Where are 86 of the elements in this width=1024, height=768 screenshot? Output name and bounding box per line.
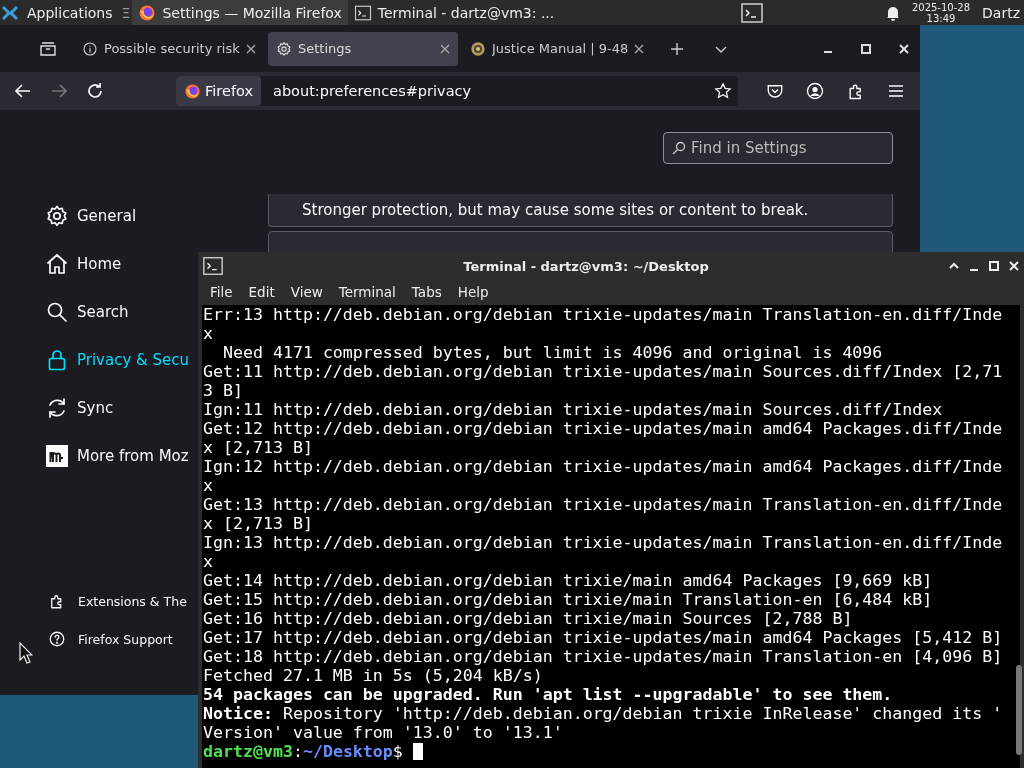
terminal-line: Get:12 http://deb.debian.org/debian trixie-updates/main amd64 Packages.diff/Inde: [203, 419, 1004, 438]
category-item[interactable]: Sync: [0, 384, 114, 432]
terminal-line: x: [203, 324, 214, 343]
window-title: Terminal - dartz@vm3: ~/Desktop: [462, 258, 710, 274]
category-item[interactable]: Search: [0, 288, 129, 336]
terminal-line: Ign:13 http://deb.debian.org/debian trixie-updates/main Translation-en.diff/Inde: [203, 533, 1004, 552]
fox-logo-icon: [184, 82, 201, 100]
maximize-icon[interactable]: [860, 42, 872, 55]
pointer-icon: [19, 642, 33, 664]
terminal-line: Ign:11 http://deb.debian.org/debian trixie-updates/main Sources.diff/Index: [203, 400, 944, 419]
pocket-icon[interactable]: [766, 82, 784, 100]
info-icon: [82, 40, 98, 57]
letter-m-icon: [45, 444, 69, 468]
address-bar[interactable]: Firefox about:preferences#privacy: [176, 76, 738, 106]
search-field[interactable]: Find in Settings: [663, 132, 893, 164]
menu-item[interactable]: Terminal: [330, 284, 404, 300]
account-icon[interactable]: [806, 82, 824, 100]
tabs-icon[interactable]: [40, 41, 56, 56]
terminal-line: Need 4171 compressed bytes, but limit is 4096 and original is 4096: [221, 343, 884, 362]
gear-icon: [45, 204, 69, 228]
terminal-line: Get:13 http://deb.debian.org/debian trixie-updates/main Translation-en.diff/Inde: [203, 495, 1004, 514]
terminal-line: 3 B]: [203, 381, 244, 400]
terminal-line: Notice: Repository 'http://deb.debian.org/debian trixie InRelease' changed its ': [203, 704, 1004, 723]
terminal-line: Get:17 http://deb.debian.org/debian trixie-updates/main amd64 Packages [5,412 B]: [203, 628, 1004, 647]
prompt-symbol: $: [392, 742, 403, 761]
terminal-line: x: [203, 552, 214, 571]
terminal-line: Get:18 http://deb.debian.org/debian trixie-updates/main Translation-en [4,096 B]: [203, 647, 1004, 666]
category-item[interactable]: More from Moz: [0, 432, 189, 480]
search-icon: [45, 300, 69, 324]
terminal-line: Ign:12 http://deb.debian.org/debian trixie-updates/main amd64 Packages.diff/Inde: [203, 457, 1004, 476]
maximize-icon[interactable]: [988, 260, 1000, 272]
footer-link[interactable]: Extensions & The: [0, 582, 187, 620]
terminal-line: x [2,713 B]: [203, 438, 314, 457]
plus-icon[interactable]: [670, 41, 685, 56]
menu-item[interactable]: Edit: [240, 284, 283, 300]
category-item[interactable]: Privacy & Secu: [0, 336, 190, 384]
terminal-icon: [353, 3, 372, 22]
back-arrow-icon: [14, 82, 32, 100]
identity-chip[interactable]: Firefox: [176, 76, 261, 106]
taskbar-button[interactable]: Terminal - dartz@vm3: ...: [347, 0, 561, 25]
home-icon: [45, 252, 69, 276]
menu-item[interactable]: View: [282, 284, 331, 300]
menu-item[interactable]: Tabs: [403, 284, 450, 300]
scrollbar-thumb[interactable]: [1016, 665, 1022, 755]
browser-tab[interactable]: Justice Manual | 9-48: [462, 31, 653, 66]
terminal-line: Get:14 http://deb.debian.org/debian trixie/main amd64 Packages [9,669 kB]: [203, 571, 934, 590]
seal-icon: [470, 40, 486, 57]
bell-icon[interactable]: [885, 4, 900, 21]
menu-icon[interactable]: [888, 83, 904, 99]
url-text: about:preferences#privacy: [273, 83, 473, 99]
browser-tab[interactable]: Settings: [268, 31, 458, 66]
text-cursor: [412, 743, 423, 760]
terminal-line: x [2,713 B]: [203, 514, 314, 533]
category-item[interactable]: Home: [0, 240, 122, 288]
category-item[interactable]: General: [0, 192, 137, 240]
browser-tab[interactable]: Possible security risk: [74, 31, 264, 66]
terminal-line: Fetched 27.1 MB in 5s (5,204 kB/s): [203, 666, 544, 685]
user-name[interactable]: Dartz: [982, 4, 1020, 21]
clock[interactable]: 2025-10-28 13:49: [911, 1, 971, 24]
fox-logo-icon: [138, 3, 157, 22]
help-icon: [48, 630, 66, 648]
menu-item[interactable]: Help: [449, 284, 497, 300]
applications-menu[interactable]: Applications: [21, 0, 119, 25]
logo-icon: [2, 4, 18, 21]
terminal-line: Version' value from '13.0' to '13.1': [203, 723, 564, 742]
prompt-user: dartz@vm3: [203, 742, 293, 761]
prompt-separator: :: [292, 742, 303, 761]
terminal-line: Get:11 http://deb.debian.org/debian trixie-updates/main Sources.diff/Index [2,71: [203, 362, 1004, 381]
terminal-line: Get:16 http://deb.debian.org/debian trixie/main Sources [2,788 B]: [203, 609, 854, 628]
reload-icon: [86, 82, 104, 100]
close-icon[interactable]: [246, 43, 256, 54]
gear-icon: [276, 40, 292, 57]
terminal-line: 54 packages can be upgraded. Run 'apt list --upgradable' to see them.: [203, 685, 894, 704]
forward-arrow-icon: [50, 82, 68, 100]
menu-item[interactable]: File: [202, 284, 241, 300]
menu-glyph: Ξ: [121, 4, 131, 21]
terminal-line: Get:15 http://deb.debian.org/debian trixie/main Translation-en [6,484 kB]: [203, 590, 934, 609]
option-description: Stronger protection, but may cause some sites or content to break.: [302, 201, 809, 219]
terminal-line: Err:13 http://deb.debian.org/debian trixie-updates/main Translation-en.diff/Inde: [203, 305, 1004, 324]
prompt-path: ~/Desktop: [302, 742, 393, 761]
footer-link[interactable]: Firefox Support: [0, 620, 173, 658]
taskbar-button[interactable]: Settings — Mozilla Firefox: [132, 0, 348, 25]
star-icon[interactable]: [714, 82, 732, 100]
close-icon[interactable]: [634, 43, 645, 54]
terminal-icon: [202, 255, 224, 277]
terminal-line: x: [203, 476, 214, 495]
